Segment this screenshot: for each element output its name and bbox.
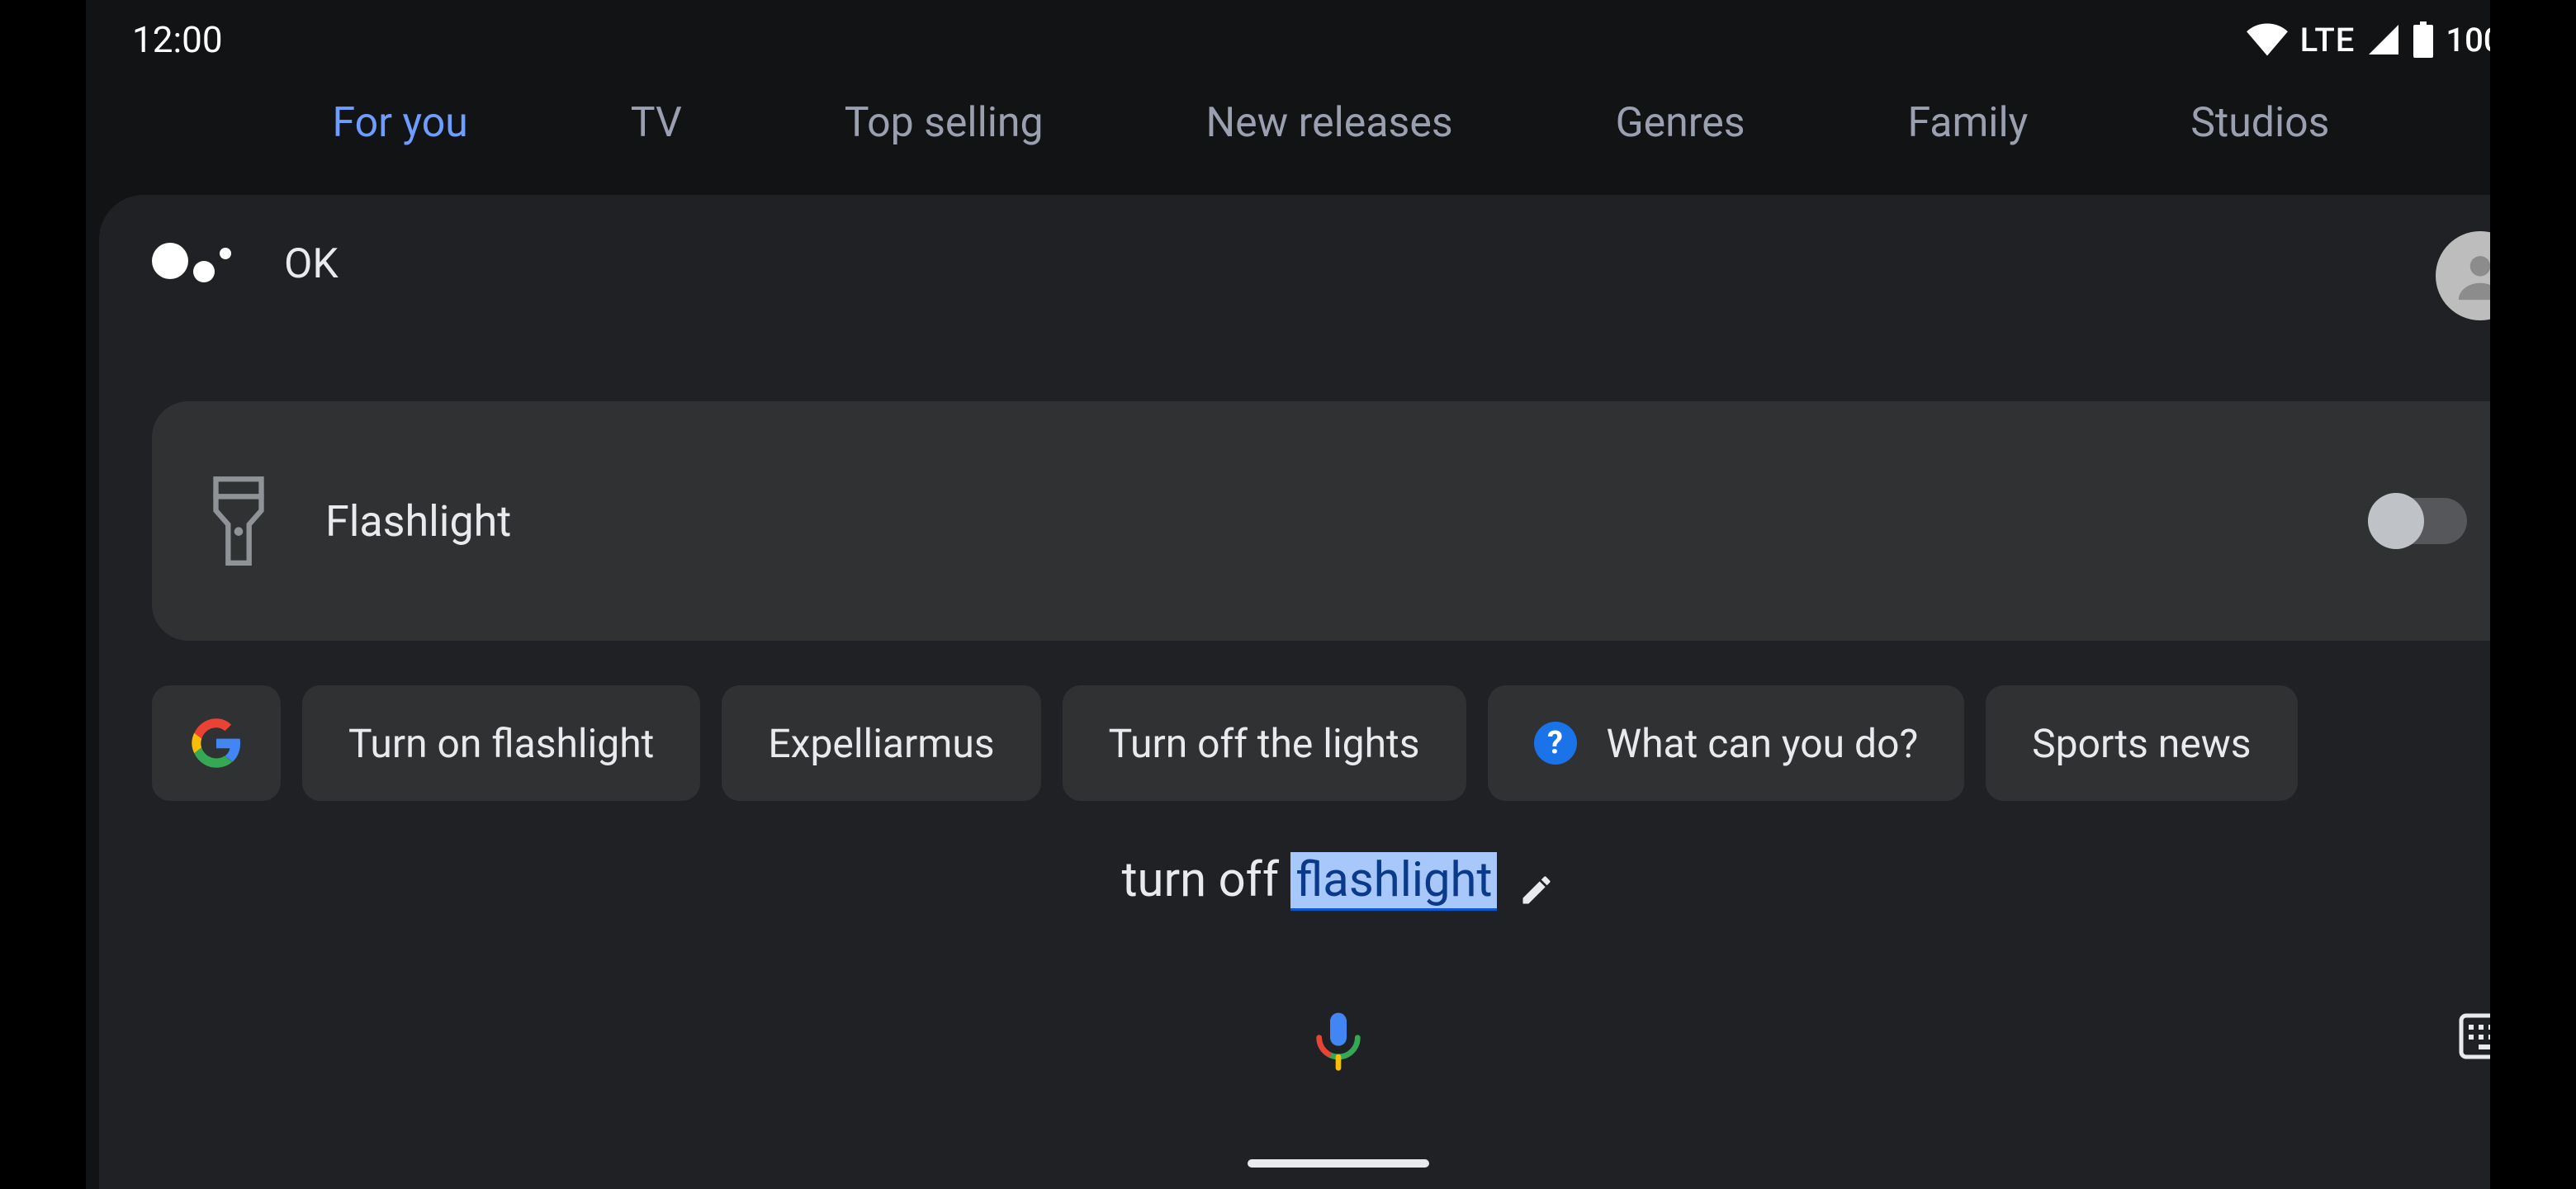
tab-family[interactable]: Family bbox=[1907, 99, 2028, 147]
status-time: 12:00 bbox=[132, 18, 223, 61]
tab-new-releases[interactable]: New releases bbox=[1206, 99, 1453, 147]
assistant-icon bbox=[152, 231, 234, 297]
signal-icon bbox=[2366, 23, 2401, 56]
tab-genres[interactable]: Genres bbox=[1616, 99, 1745, 147]
question-icon: ? bbox=[1534, 722, 1577, 765]
flashlight-card: Flashlight bbox=[152, 401, 2525, 641]
tab-top-selling[interactable]: Top selling bbox=[845, 99, 1044, 147]
chip-turn-on-flashlight[interactable]: Turn on flashlight bbox=[302, 685, 700, 801]
chip-what-can-you-do[interactable]: ? What can you do? bbox=[1488, 685, 1965, 801]
tab-studios[interactable]: Studios bbox=[2190, 99, 2329, 147]
assistant-sheet: OK Flashlight bbox=[99, 195, 2576, 1189]
assistant-response-text: OK bbox=[284, 240, 339, 288]
edit-icon[interactable] bbox=[1518, 872, 1555, 908]
query-row: turn off flashlight bbox=[99, 852, 2576, 908]
wifi-icon bbox=[2246, 23, 2289, 56]
suggestion-chips-row: Turn on flashlight Expelliarmus Turn off… bbox=[152, 685, 2576, 801]
chip-expelliarmus[interactable]: Expelliarmus bbox=[722, 685, 1040, 801]
google-icon bbox=[191, 718, 242, 769]
flashlight-icon bbox=[210, 476, 268, 566]
mic-button[interactable] bbox=[1305, 1007, 1371, 1077]
query-text[interactable]: turn off flashlight bbox=[1122, 852, 1498, 908]
nav-handle[interactable] bbox=[1248, 1159, 1429, 1168]
chip-sports-news[interactable]: Sports news bbox=[1986, 685, 2297, 801]
status-bar: 12:00 LTE 100% bbox=[86, 0, 2576, 79]
tab-for-you[interactable]: For you bbox=[332, 99, 467, 147]
status-right: LTE 100% bbox=[2246, 21, 2526, 59]
tab-tv[interactable]: TV bbox=[631, 99, 682, 147]
network-type: LTE bbox=[2300, 21, 2356, 59]
flashlight-card-label: Flashlight bbox=[325, 496, 2313, 547]
chip-turn-off-lights[interactable]: Turn off the lights bbox=[1063, 685, 1466, 801]
flashlight-toggle[interactable] bbox=[2371, 498, 2467, 544]
battery-icon bbox=[2413, 21, 2434, 58]
google-chip[interactable] bbox=[152, 685, 281, 801]
tabs-row: For you TV Top selling New releases Genr… bbox=[86, 99, 2576, 147]
